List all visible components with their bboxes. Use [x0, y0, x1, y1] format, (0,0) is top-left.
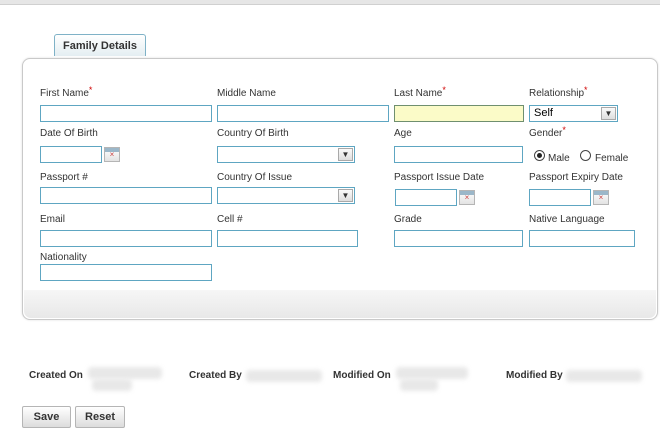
passport-expiry-input[interactable]: [529, 189, 591, 206]
gender-female-radio-icon[interactable]: [580, 150, 591, 161]
country-issue-select[interactable]: ▼: [217, 187, 355, 204]
age-label: Age: [394, 128, 412, 139]
calendar-icon[interactable]: ×: [593, 190, 609, 205]
passport-label: Passport #: [40, 172, 88, 183]
passport-expiry-label: Passport Expiry Date: [529, 172, 623, 183]
grade-label: Grade: [394, 214, 422, 225]
modified-on-value-redacted: [396, 367, 468, 379]
nationality-input[interactable]: [40, 264, 212, 281]
chevron-down-icon[interactable]: ▼: [338, 189, 353, 202]
cell-label: Cell #: [217, 214, 243, 225]
country-issue-label: Country Of Issue: [217, 172, 293, 183]
passport-input[interactable]: [40, 187, 212, 204]
save-button[interactable]: Save: [22, 406, 71, 428]
nationality-label: Nationality: [40, 252, 87, 263]
created-by-value-redacted: [246, 370, 322, 382]
gender-male-radio-icon[interactable]: [534, 150, 545, 161]
modified-by-label: Modified By: [506, 370, 563, 381]
created-on-label: Created On: [29, 370, 83, 381]
reset-button[interactable]: Reset: [75, 406, 125, 428]
chevron-down-icon[interactable]: ▼: [338, 148, 353, 161]
cell-input[interactable]: [217, 230, 358, 247]
calendar-icon[interactable]: ×: [459, 190, 475, 205]
passport-issue-label: Passport Issue Date: [394, 172, 485, 183]
dob-input[interactable]: [40, 146, 102, 163]
age-input[interactable]: [394, 146, 523, 163]
modified-by-value-redacted: [566, 370, 642, 382]
passport-issue-input[interactable]: [395, 189, 457, 206]
country-birth-label: Country Of Birth: [217, 128, 289, 139]
created-on-value-redacted: [88, 367, 162, 379]
top-border: [0, 0, 660, 5]
modified-on-value-redacted-2: [400, 379, 438, 391]
family-details-panel: First Name* Middle Name Last Name* Relat…: [22, 58, 658, 320]
first-name-label: First Name*: [40, 85, 93, 99]
panel-footer: [24, 290, 656, 318]
relationship-select[interactable]: Self ▼: [529, 105, 618, 122]
grade-input[interactable]: [394, 230, 523, 247]
calendar-icon[interactable]: ×: [104, 147, 120, 162]
gender-female-label[interactable]: Female: [595, 153, 628, 164]
last-name-input[interactable]: [394, 105, 524, 122]
native-language-input[interactable]: [529, 230, 635, 247]
middle-name-label: Middle Name: [217, 88, 276, 99]
gender-label: Gender*: [529, 125, 566, 139]
first-name-input[interactable]: [40, 105, 212, 122]
email-label: Email: [40, 214, 66, 225]
created-on-value-redacted-2: [92, 379, 132, 391]
relationship-value: Self: [534, 107, 553, 119]
tab-family-details[interactable]: Family Details: [54, 34, 146, 56]
native-language-label: Native Language: [529, 214, 605, 225]
chevron-down-icon[interactable]: ▼: [601, 107, 616, 120]
created-by-label: Created By: [189, 370, 242, 381]
country-birth-select[interactable]: ▼: [217, 146, 355, 163]
middle-name-input[interactable]: [217, 105, 389, 122]
modified-on-label: Modified On: [333, 370, 391, 381]
last-name-label: Last Name*: [394, 85, 446, 99]
email-input[interactable]: [40, 230, 212, 247]
dob-label: Date Of Birth: [40, 128, 98, 139]
relationship-label: Relationship*: [529, 85, 588, 99]
gender-male-label[interactable]: Male: [548, 153, 570, 164]
